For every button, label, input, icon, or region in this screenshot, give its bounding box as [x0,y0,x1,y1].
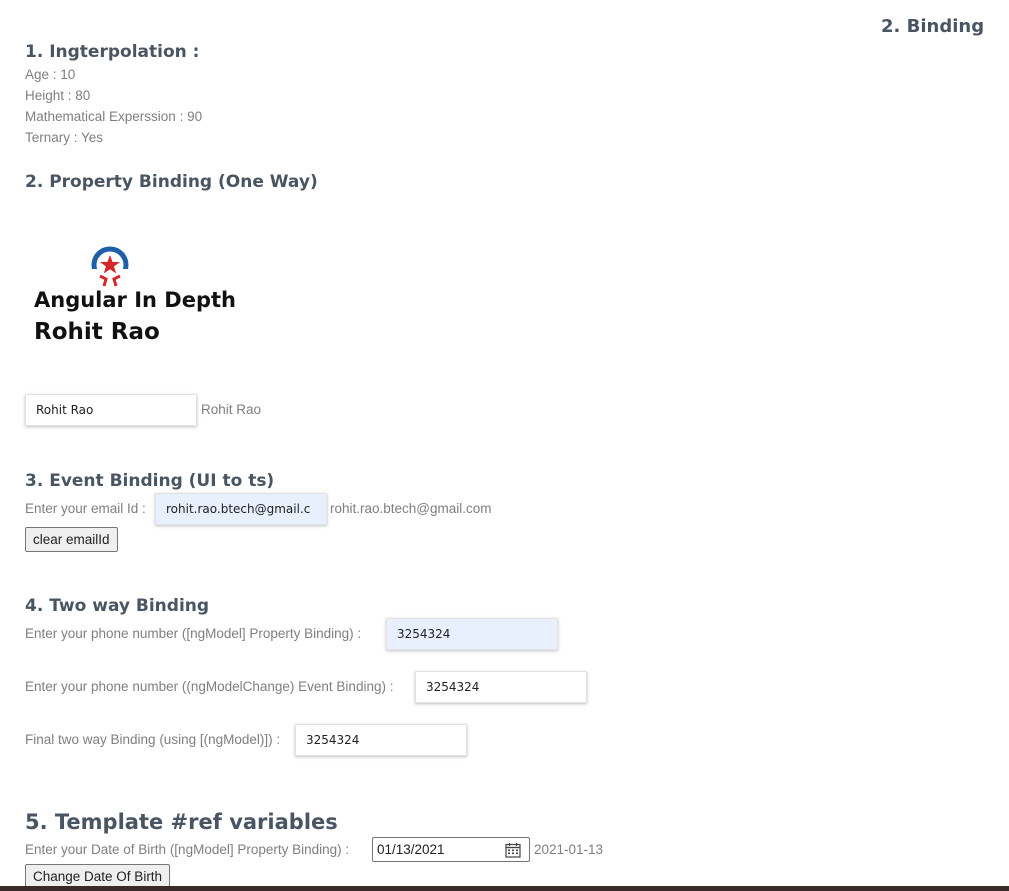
email-label: Enter your email Id : [25,501,146,516]
phone-property-label: Enter your phone number ([ngModel] Prope… [25,626,362,641]
phone-event-input[interactable]: 3254324 [415,671,587,703]
dob-label: Enter your Date of Birth ([ngModel] Prop… [25,842,350,857]
name-input[interactable]: Rohit Rao [25,394,197,426]
calendar-icon[interactable] [505,842,521,858]
logo-title: Angular In Depth [34,288,236,312]
ternary-text: Ternary : Yes [25,130,104,145]
dob-date-value: 01/13/2021 [377,842,445,857]
page-title: 2. Binding [881,16,985,37]
event-binding-heading: 3. Event Binding (UI to ts) [25,471,275,491]
dob-output: 2021-01-13 [534,842,604,857]
angular-in-depth-logo-icon [88,245,132,293]
age-text: Age : 10 [25,67,76,82]
math-expression-text: Mathematical Experssion : 90 [25,109,203,124]
taskbar-strip [0,886,1009,891]
property-binding-heading: 2. Property Binding (One Way) [25,172,318,192]
two-way-binding-heading: 4. Two way Binding [25,596,210,616]
logo-author: Rohit Rao [34,319,160,345]
phone-two-way-label: Final two way Binding (using [(ngModel)]… [25,732,281,747]
phone-property-input[interactable]: 3254324 [386,618,558,650]
dob-date-input[interactable]: 01/13/2021 [372,837,530,862]
email-output: rohit.rao.btech@gmail.com [330,501,492,516]
email-input[interactable]: rohit.rao.btech@gmail.c [155,493,327,525]
name-output: Rohit Rao [201,402,262,417]
phone-two-way-input[interactable]: 3254324 [295,724,467,756]
template-ref-heading: 5. Template #ref variables [25,810,338,834]
clear-email-button[interactable]: clear emailId [25,527,118,552]
height-text: Height : 80 [25,88,91,103]
phone-event-label: Enter your phone number ((ngModelChange)… [25,679,394,694]
interpolation-heading: 1. Ingterpolation : [25,42,200,62]
